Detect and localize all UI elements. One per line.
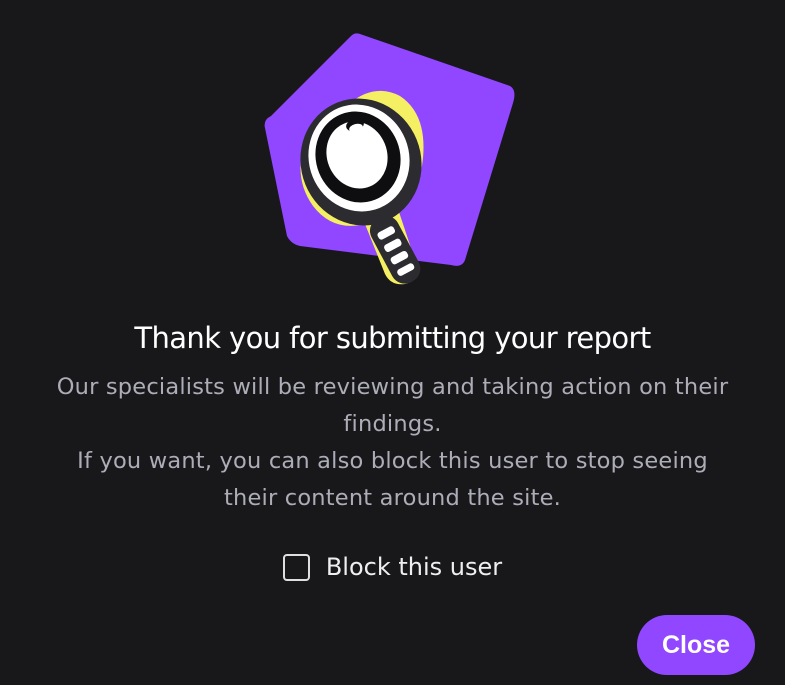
description-line: their content around the site.	[223, 485, 561, 511]
block-user-option[interactable]: Block this user	[0, 549, 785, 585]
block-user-checkbox[interactable]	[282, 553, 310, 581]
magnifying-glass-icon	[264, 33, 515, 285]
block-user-label: Block this user	[325, 553, 503, 581]
close-button[interactable]: Close	[637, 615, 755, 675]
description-line: findings.	[343, 411, 442, 437]
dialog-description: Our specialists will be reviewing and ta…	[20, 369, 765, 517]
description-line: Our specialists will be reviewing and ta…	[56, 374, 729, 400]
dialog-title: Thank you for submitting your report	[134, 321, 651, 355]
report-confirmation-dialog: Thank you for submitting your report Our…	[0, 0, 785, 685]
report-illustration	[255, 28, 525, 293]
description-line: If you want, you can also block this use…	[77, 448, 708, 474]
